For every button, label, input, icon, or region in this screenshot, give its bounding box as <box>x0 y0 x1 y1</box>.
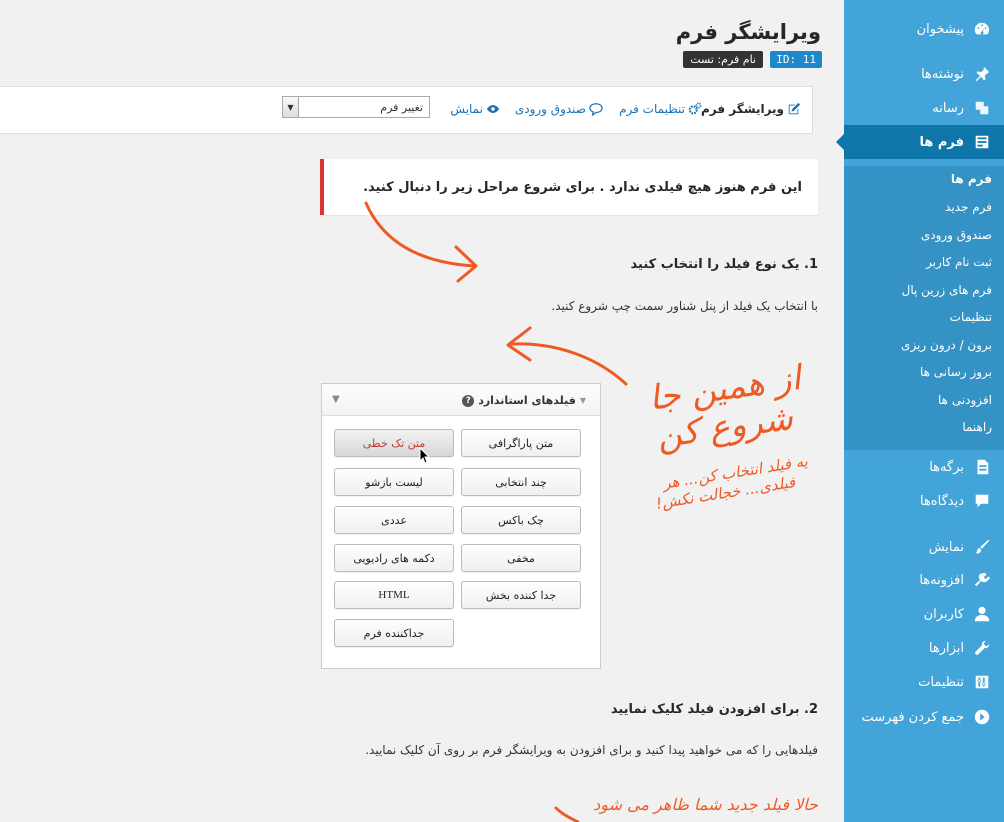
annotation-new-field: حالا فیلد جدید شما ظاهر می شود <box>593 795 818 814</box>
annotation-arrows <box>364 201 628 822</box>
